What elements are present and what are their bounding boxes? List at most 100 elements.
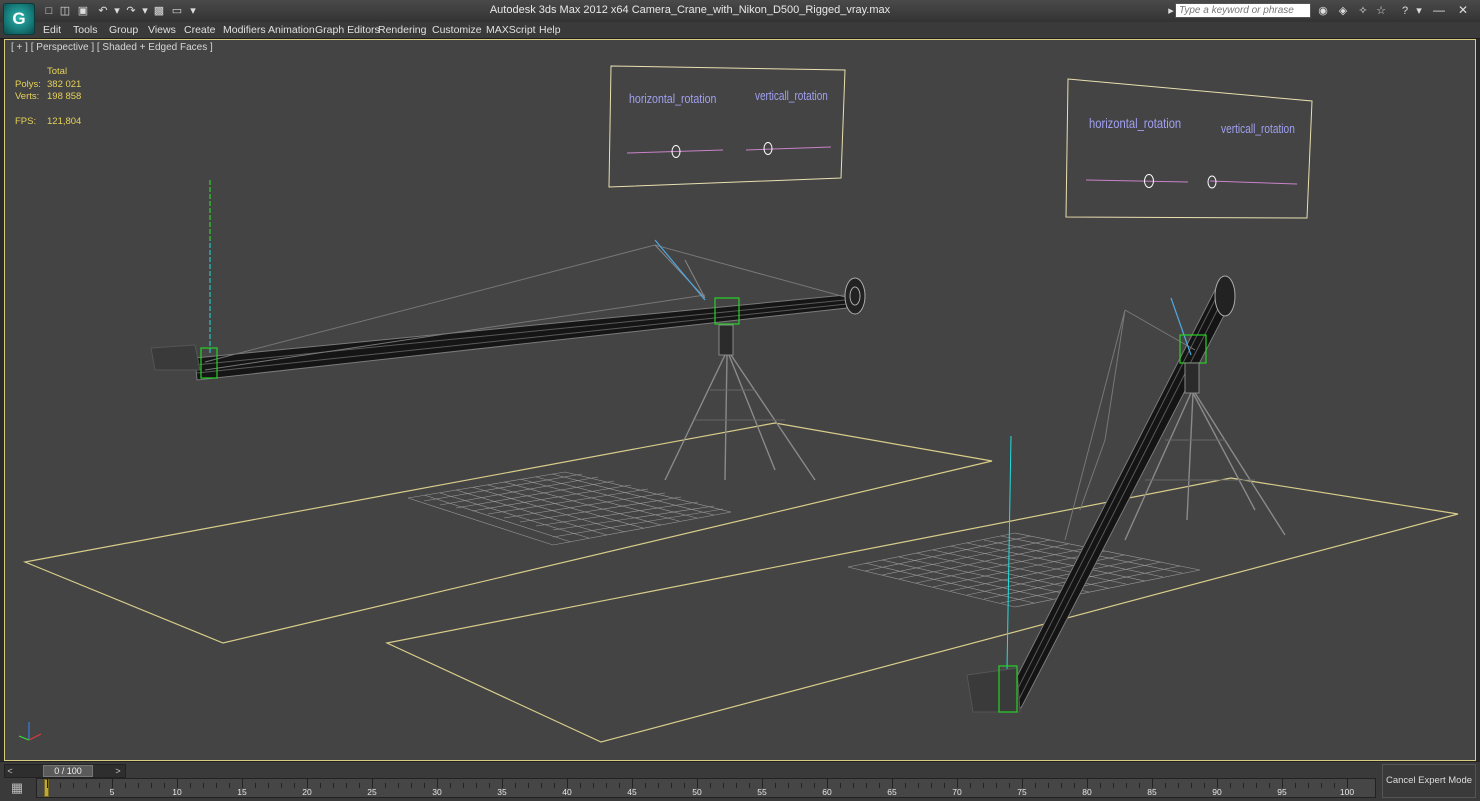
verts-label: Verts: [15,91,40,102]
timeline-tick-label: 75 [1017,787,1027,797]
timeline-tick [983,783,984,788]
project-folder-icon[interactable]: ▭ [170,4,184,18]
subscription-center-icon[interactable]: ◈ [1336,4,1350,18]
timeline-tick [736,783,737,788]
timeline-tick [281,783,282,788]
frame-display[interactable]: 0 / 100 [43,765,93,777]
control-panel-left [608,65,846,188]
timeline-tick [1243,783,1244,788]
grid-object-right [847,532,1201,608]
timeline-tick-label: 15 [237,787,247,797]
menu-modifiers[interactable]: Modifiers [223,23,266,37]
hold-icon[interactable]: ▩ [152,4,166,18]
timeline-tick [73,783,74,788]
timeline-tick [606,783,607,788]
menu-graph-editors[interactable]: Graph Editors [315,23,380,37]
open-file-icon[interactable]: ◫ [58,4,72,18]
timeline-tick [1100,783,1101,788]
control-label-horizontal-right: horizontal_rotation [1089,115,1182,131]
timeline-tick [541,783,542,788]
timeline-tick [619,783,620,788]
perspective-viewport[interactable]: [ + ] [ Perspective ] [ Shaded + Edged F… [4,39,1476,761]
timeline-tick [905,783,906,788]
timeline-tick-label: 20 [302,787,312,797]
z-axis-gizmo-right [1006,435,1012,671]
undo-icon[interactable]: ↶ [96,4,110,18]
communication-center-icon[interactable]: ✧ [1356,4,1370,18]
stats-header: Total [47,66,68,77]
time-slider[interactable]: < 0 / 100 > [4,764,126,778]
next-frame-button[interactable]: > [113,765,123,777]
menu-customize[interactable]: Customize [432,23,482,37]
timeline-tick [801,783,802,788]
timeline-tick [723,783,724,788]
menu-maxscript[interactable]: MAXScript [486,23,536,37]
vertical-rotation-handle-left [763,142,773,155]
timeline-tick-label: 85 [1147,787,1157,797]
timeline-tick [1061,783,1062,788]
timeline-tick [1191,783,1192,788]
timeline-tick [320,783,321,788]
menu-rendering[interactable]: Rendering [378,23,426,37]
timeline-tick [645,783,646,788]
timeline-tick-label: 10 [172,787,182,797]
cancel-expert-mode-button[interactable]: Cancel Expert Mode [1382,764,1476,798]
search-input[interactable]: Type a keyword or phrase [1175,3,1311,18]
prev-frame-button[interactable]: < [5,765,15,777]
timeline-tick [216,783,217,788]
fps-value: 121,804 [47,115,82,127]
timeline-tick [853,783,854,788]
undo-dropdown-icon[interactable]: ▾ [110,4,124,18]
timeline-tick [515,783,516,788]
binoculars-search-icon[interactable]: ◉ [1316,4,1330,18]
timeline-tick [1321,783,1322,788]
menu-help[interactable]: Help [539,23,561,37]
timeline-tick [1230,783,1231,788]
timeline-tick [489,783,490,788]
app-menu-logo-icon[interactable]: G [3,3,35,35]
open-mini-curve-editor-icon[interactable]: ▦ [6,779,28,797]
timeline-tick [944,783,945,788]
favorites-star-icon[interactable]: ☆ [1374,4,1388,18]
timeline-tick [1295,783,1296,788]
timeline-tick [1256,783,1257,788]
quick-access-dropdown-icon[interactable]: ▾ [186,4,200,18]
timeline-tick [151,783,152,788]
timeline-tick [294,783,295,788]
timeline-tick [658,783,659,788]
timeline-tick [463,783,464,788]
timeline-tick [528,783,529,788]
timeline-tick [1334,783,1335,788]
timeline-tick [918,783,919,788]
save-file-icon[interactable]: ▣ [76,4,90,18]
menu-edit[interactable]: Edit [43,23,61,37]
timeline-tick [749,783,750,788]
menu-animation[interactable]: Animation [268,23,315,37]
timeline-tick [684,783,685,788]
timeline-tick [1139,783,1140,788]
camera-crane-right [966,275,1286,713]
timeline-tick-label: 90 [1212,787,1222,797]
vertical-rotation-handle-right [1207,175,1217,189]
polys-label: Polys: [15,78,41,90]
redo-icon[interactable]: ↷ [124,4,138,18]
title-bar: G □ ◫ ▣ ↶ ▾ ↷ ▾ ▩ ▭ ▾ Autodesk 3ds Max 2… [0,0,1480,35]
menu-views[interactable]: Views [148,23,176,37]
redo-dropdown-icon[interactable]: ▾ [138,4,152,18]
timeline-track[interactable]: 5 10 15 20 25 30 35 40 45 50 55 60 65 70 75 80 85 90 95 100 [36,778,1376,798]
new-file-icon[interactable]: □ [42,4,56,18]
menu-group[interactable]: Group [109,23,138,37]
close-button[interactable]: ✕ [1452,2,1474,18]
help-dropdown-icon[interactable]: ▾ [1412,4,1426,18]
minimize-button[interactable]: — [1428,2,1450,18]
help-icon[interactable]: ? [1398,4,1412,18]
timeline-tick [1074,783,1075,788]
scene-render [18,65,1459,743]
viewport-label[interactable]: [ + ] [ Perspective ] [ Shaded + Edged F… [11,42,213,53]
menu-tools[interactable]: Tools [73,23,98,37]
control-label-vertical-left: verticall_rotation [755,89,828,103]
menu-create[interactable]: Create [184,23,216,37]
timeline-tick [593,783,594,788]
control-label-vertical-right: verticall_rotation [1221,121,1295,136]
timeline-tick [333,783,334,788]
